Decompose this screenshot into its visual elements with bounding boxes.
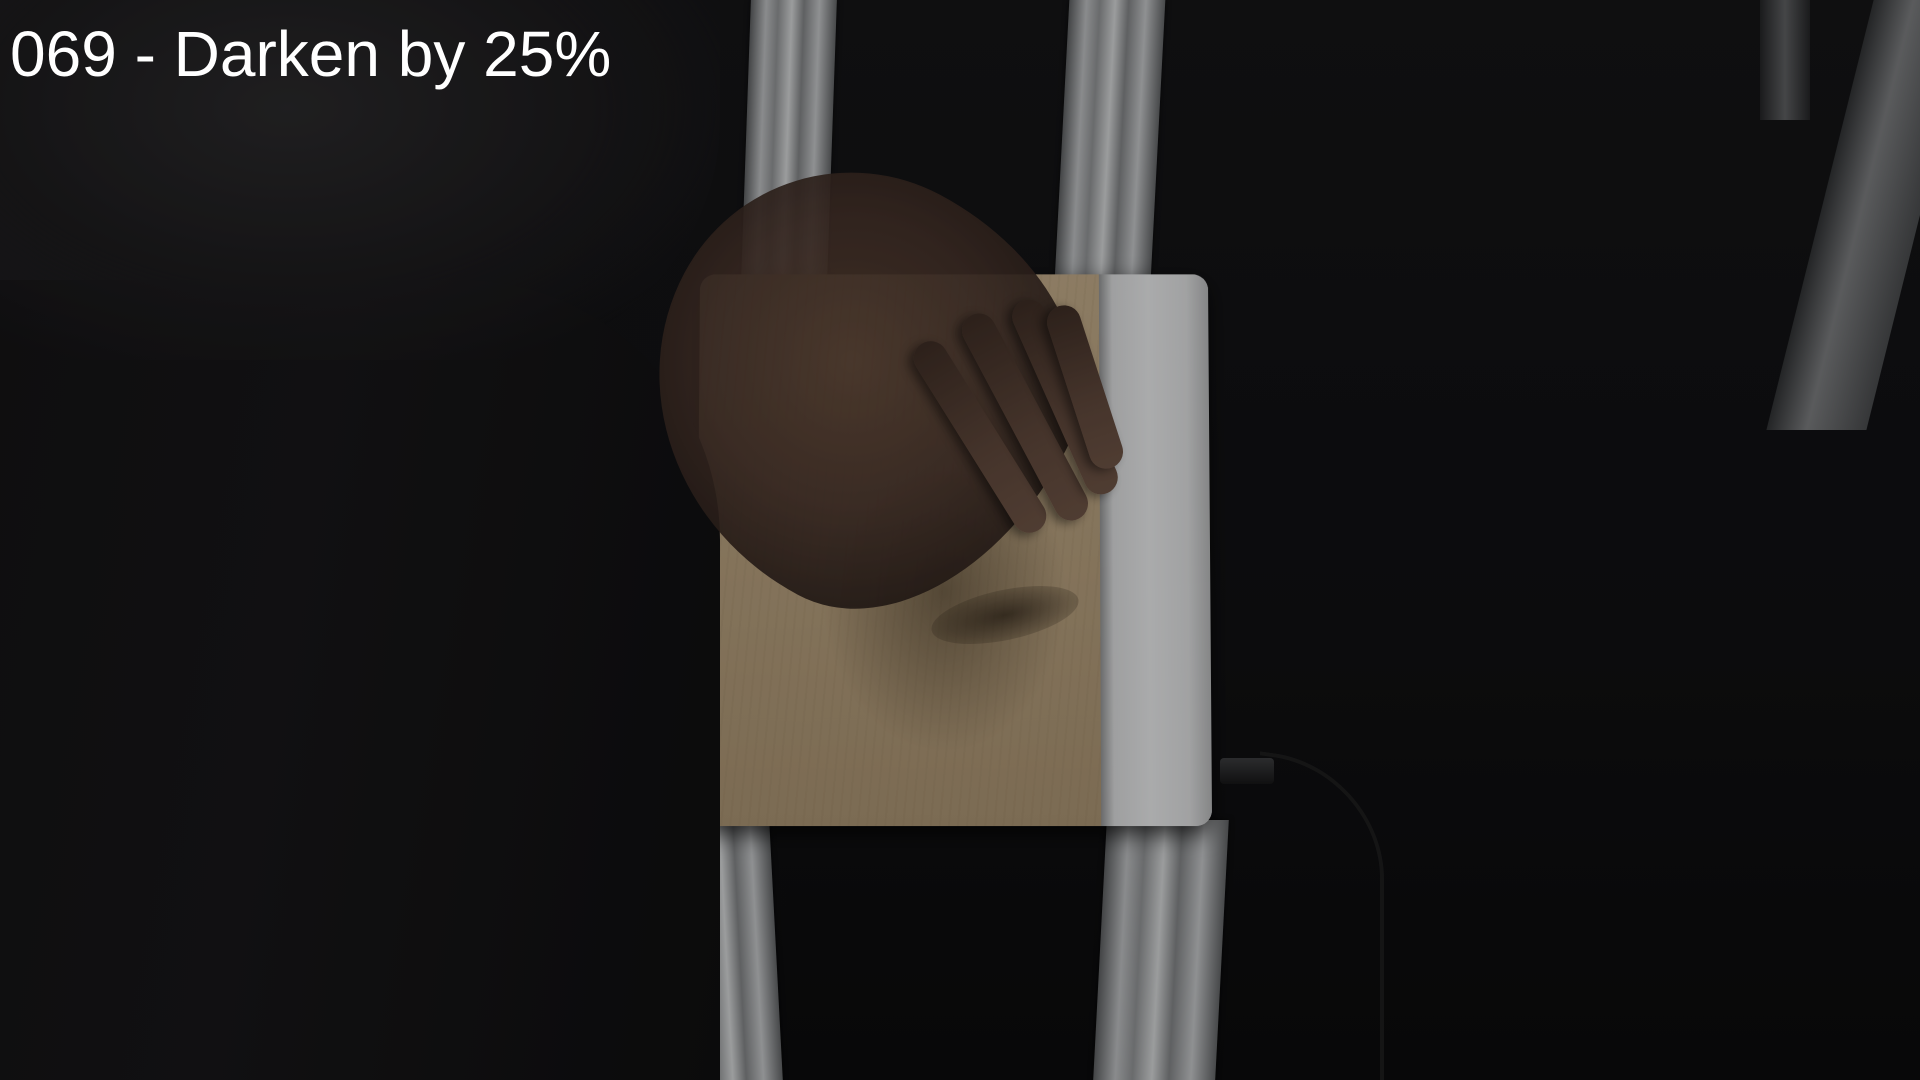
photo-scene: 069 - Darken by 25%: [0, 0, 1920, 1080]
aluminum-rail-right-bottom: [1093, 820, 1229, 1080]
frame-caption: 069 - Darken by 25%: [10, 18, 612, 90]
aluminum-rail-right-top: [1054, 0, 1166, 280]
white-side-strip: [1098, 274, 1213, 827]
person-body: [0, 280, 720, 1080]
aluminum-rail-top-right: [1760, 0, 1810, 120]
